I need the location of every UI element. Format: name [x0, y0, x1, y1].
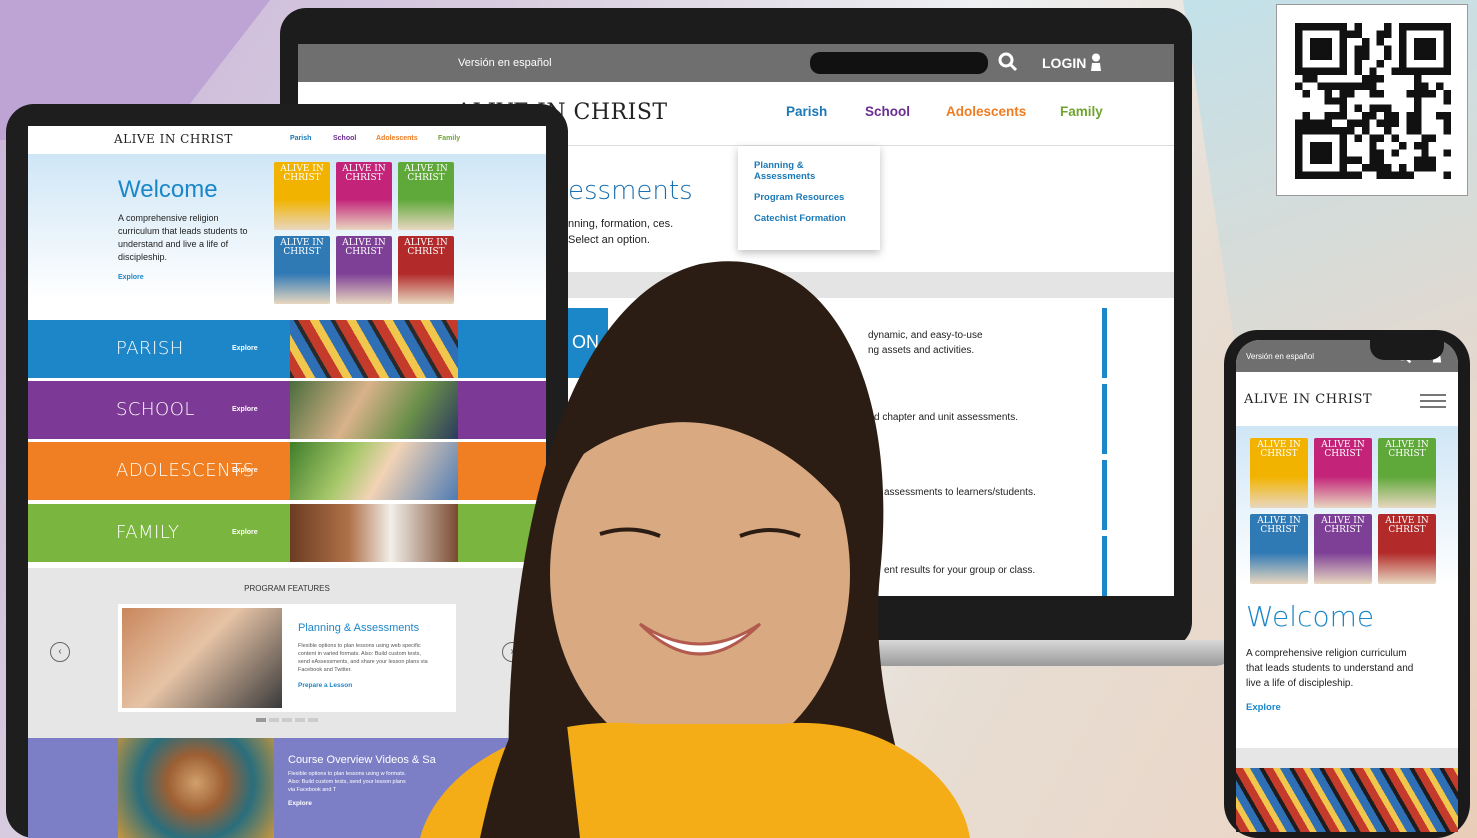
search-input[interactable] [810, 52, 988, 74]
section-label: FAMILY [116, 522, 180, 543]
user-icon[interactable] [1090, 53, 1102, 71]
welcome-title: Welcome [118, 176, 218, 203]
explore-link[interactable]: Explore [118, 274, 144, 281]
book-cover-title: ALIVE IN CHRIST [1321, 516, 1365, 536]
laptop-hero-title: essments [568, 176, 693, 206]
book-cover-title: ALIVE IN CHRIST [280, 164, 324, 184]
search-icon[interactable] [998, 52, 1018, 72]
list-bar [1102, 384, 1107, 454]
book-cover: ALIVE IN CHRIST [398, 162, 454, 230]
nav-school[interactable]: School [865, 104, 910, 119]
book-cover-title: ALIVE IN CHRIST [280, 238, 324, 258]
qr-code [1276, 4, 1468, 196]
book-cover: ALIVE IN CHRIST [1378, 438, 1436, 508]
laptop-top-bar: Versión en español LOGIN [298, 44, 1174, 82]
feature-image [122, 608, 282, 708]
book-cover: ALIVE IN CHRIST [1250, 438, 1308, 508]
prev-arrow-icon[interactable]: ‹ [50, 642, 70, 662]
nav-parish[interactable]: Parish [786, 104, 827, 119]
phone-hero: ALIVE IN CHRIST ALIVE IN CHRIST ALIVE IN C… [1236, 426, 1458, 586]
phone-device: Versión en español ALIVE IN CHRIST ALIVE… [1224, 330, 1470, 838]
book-cover: ALIVE IN CHRIST [1314, 514, 1372, 584]
carousel-dots[interactable] [256, 718, 318, 722]
book-cover: ALIVE IN CHRIST [1314, 438, 1372, 508]
explore-link[interactable]: Explore [288, 800, 312, 807]
book-cover-title: ALIVE IN CHRIST [1385, 516, 1429, 536]
welcome-title: Welcome [1246, 600, 1375, 633]
book-cover-title: ALIVE IN CHRIST [1321, 440, 1365, 460]
section-label: SCHOOL [116, 399, 195, 420]
book-cover-title: ALIVE IN CHRIST [342, 164, 386, 184]
book-covers: ALIVE IN CHRIST ALIVE IN CHRIST ALIVE IN C… [1250, 438, 1436, 584]
qr-code-graphic [1295, 23, 1451, 179]
explore-link[interactable]: Explore [232, 345, 258, 352]
book-cover-title: ALIVE IN CHRIST [404, 164, 448, 184]
login-button[interactable]: LOGIN [1042, 55, 1086, 71]
nav-school[interactable]: School [333, 135, 356, 142]
nav-parish[interactable]: Parish [290, 135, 311, 142]
smiling-woman-photo [420, 261, 970, 838]
phone-nav: ALIVE IN CHRIST [1236, 372, 1458, 426]
list-bar [1102, 308, 1107, 378]
nav-family[interactable]: Family [1060, 104, 1103, 119]
list-bar [1102, 460, 1107, 530]
welcome-desc: A comprehensive religion curriculum that… [1246, 648, 1414, 689]
logo[interactable]: ALIVE IN CHRIST [1244, 392, 1372, 407]
section-label: PARISH [116, 338, 184, 359]
book-cover: ALIVE IN CHRIST [274, 236, 330, 304]
tablet-nav: ALIVE IN CHRIST Parish School Adolescent… [28, 126, 546, 154]
prepare-lesson-link[interactable]: Prepare a Lesson [298, 682, 352, 689]
phone-screen: Versión en español ALIVE IN CHRIST ALIVE… [1236, 340, 1458, 832]
nav-adolescents[interactable]: Adolescents [946, 104, 1026, 119]
book-cover: ALIVE IN CHRIST [336, 162, 392, 230]
welcome-desc: A comprehensive religion curriculum that… [118, 213, 248, 262]
book-cover-title: ALIVE IN CHRIST [1257, 516, 1301, 536]
nav-adolescents[interactable]: Adolescents [376, 135, 418, 142]
book-cover-title: ALIVE IN CHRIST [1257, 440, 1301, 460]
explore-link[interactable]: Explore [232, 406, 258, 413]
stained-glass-image [1236, 768, 1458, 832]
mosaic-image [118, 738, 274, 838]
hamburger-menu-icon[interactable] [1420, 394, 1446, 408]
explore-link[interactable]: Explore [232, 467, 258, 474]
list-bar [1102, 536, 1107, 596]
phone-notch [1370, 336, 1444, 360]
spanish-version-link[interactable]: Versión en español [458, 57, 552, 69]
dropdown-item-resources[interactable]: Program Resources [754, 192, 864, 203]
explore-link[interactable]: Explore [232, 529, 258, 536]
nav-family[interactable]: Family [438, 135, 460, 142]
dropdown-item-planning[interactable]: Planning & Assessments [754, 160, 864, 182]
book-cover-title: ALIVE IN CHRIST [1385, 440, 1429, 460]
parish-dropdown: Planning & Assessments Program Resources… [738, 146, 880, 250]
phone-divider-band [1236, 748, 1458, 768]
spanish-version-link[interactable]: Versión en español [1246, 352, 1314, 361]
logo[interactable]: ALIVE IN CHRIST [114, 132, 233, 146]
book-cover: ALIVE IN CHRIST [1378, 514, 1436, 584]
book-cover: ALIVE IN CHRIST [274, 162, 330, 230]
dropdown-item-formation[interactable]: Catechist Formation [754, 213, 864, 224]
book-cover: ALIVE IN CHRIST [1250, 514, 1308, 584]
explore-link[interactable]: Explore [1246, 702, 1281, 713]
